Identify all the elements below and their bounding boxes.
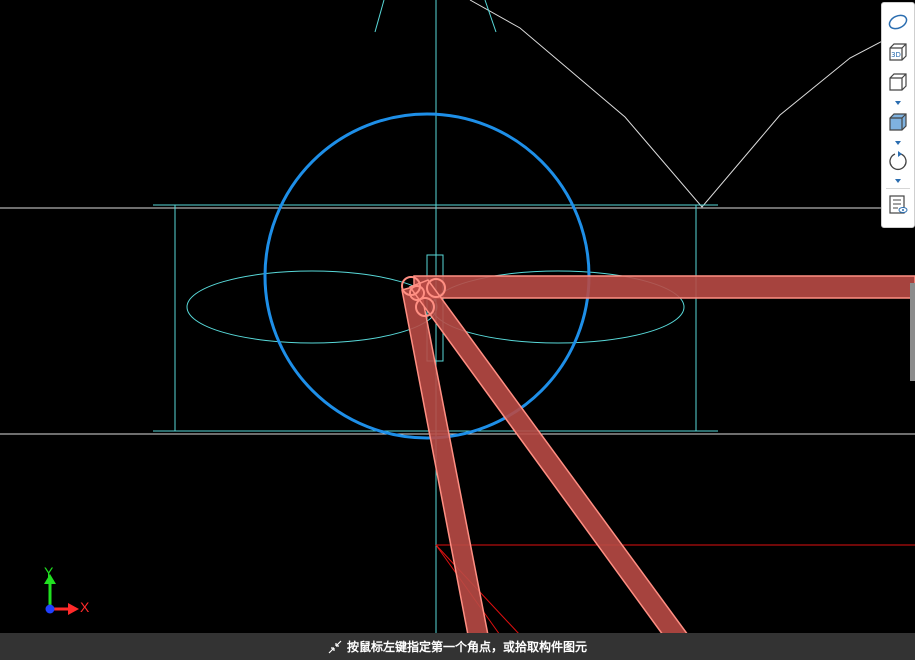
axis-indicator xyxy=(44,574,79,615)
ellipse-view-icon[interactable] xyxy=(886,11,910,33)
drawing-canvas[interactable] xyxy=(0,0,915,660)
cube-shaded-icon[interactable] xyxy=(886,111,910,133)
cube-outline-dropdown-icon[interactable] xyxy=(895,101,901,105)
cube-outline-icon[interactable] xyxy=(886,71,910,93)
side-panel-handle[interactable] xyxy=(910,283,915,381)
layer-display-icon[interactable] xyxy=(886,194,910,216)
toolbar-separator xyxy=(886,188,910,189)
svg-text:3D: 3D xyxy=(891,51,901,59)
beam-horizontal[interactable] xyxy=(413,275,915,299)
rotate-dropdown-icon[interactable] xyxy=(895,179,901,183)
rotate-icon[interactable] xyxy=(886,150,910,172)
3d-view-icon[interactable]: 3D xyxy=(886,41,910,63)
cad-viewport[interactable]: Y X xyxy=(0,0,915,660)
cube-shaded-dropdown-icon[interactable] xyxy=(895,141,901,145)
status-prompt: 按鼠标左键指定第一个角点，或拾取构件图元 xyxy=(346,640,587,654)
white-guide-lines xyxy=(0,0,915,435)
view-toolbar: 3D xyxy=(881,2,915,228)
beam-diagonal-left[interactable] xyxy=(401,284,489,636)
axis-y-label: Y xyxy=(44,564,54,580)
pick-cursor-icon xyxy=(328,640,342,653)
status-bar: 按鼠标左键指定第一个角点，或拾取构件图元 xyxy=(0,633,915,660)
axis-x-label: X xyxy=(80,599,90,615)
